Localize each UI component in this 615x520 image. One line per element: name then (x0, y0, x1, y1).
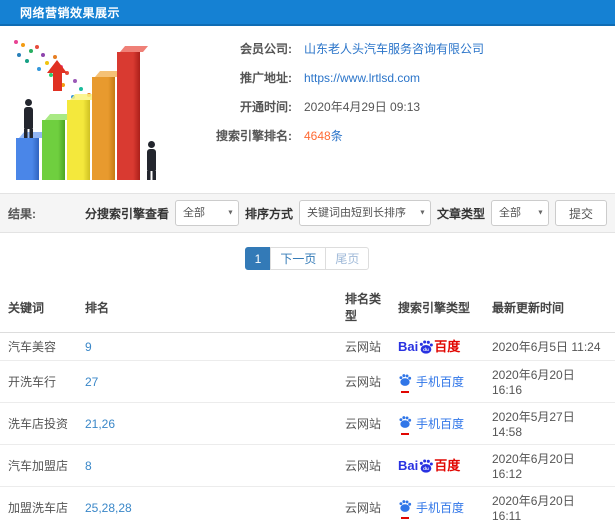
results-table: 关键词 排名 排名类型 搜索引擎类型 最新更新时间 汽车美容 9 云网站 Bai… (0, 282, 615, 520)
table-row: 加盟洗车店 25,28,28 云网站 手机百度 2020年6月20日 16:11 (0, 486, 615, 520)
marketing-chart-illustration (4, 32, 172, 190)
header-rank-type: 排名类型 (337, 282, 390, 333)
paw-underline (401, 517, 409, 519)
engine-rank-value: 4648条 (304, 127, 343, 144)
header-updated: 最新更新时间 (484, 282, 615, 333)
rank-type-cell: 云网站 (337, 486, 390, 520)
rank-unit: 条 (330, 129, 343, 143)
rank-link[interactable]: 27 (85, 375, 98, 389)
updated-cell: 2020年6月20日 16:16 (484, 360, 615, 403)
article-type-select-wrap: 全部 (490, 200, 549, 226)
open-time-value: 2020年4月29日 09:13 (304, 100, 421, 114)
rank-type-cell: 云网站 (337, 402, 390, 445)
bar-graphic-orange (92, 77, 115, 180)
promo-url-link[interactable]: https://www.lrtlsd.com (304, 71, 420, 85)
bar-graphic-green (42, 120, 65, 180)
table-row: 汽车加盟店 8 云网站 Bai du 百度 2020年6月20日 16:12 (0, 444, 615, 487)
baidu-mobile-logo: 手机百度 (398, 499, 464, 519)
article-type-select[interactable]: 全部 (490, 200, 549, 226)
baidu-mobile-logo: 手机百度 (398, 415, 464, 435)
baidu-mobile-logo: 手机百度 (398, 373, 464, 393)
sort-label: 排序方式 (244, 206, 293, 221)
rank-link[interactable]: 8 (85, 459, 92, 473)
top-info-section: 会员公司: 山东老人头汽车服务咨询有限公司 推广地址: https://www.… (0, 26, 615, 193)
keyword-cell: 汽车加盟店 (0, 444, 77, 487)
baidu-paw-icon (399, 374, 412, 386)
businessman-figure (22, 99, 35, 138)
baidu-paw-icon: du (420, 339, 434, 354)
updated-cell: 2020年6月20日 16:11 (484, 486, 615, 520)
baidu-logo: Bai du 百度 (398, 458, 461, 473)
rank-link[interactable]: 25,28,28 (85, 501, 132, 515)
page-header: 网络营销效果展示 (0, 0, 615, 26)
confetti-dots-graphic (14, 40, 18, 44)
promo-url-label: 推广地址: (240, 71, 292, 85)
engine-rank-row: 搜索引擎排名: 4648条 (200, 127, 484, 144)
pagination: 1 下一页 尾页 (0, 233, 615, 282)
businessman-figure (145, 141, 158, 180)
keyword-cell: 汽车美容 (0, 332, 77, 361)
engine-filter-select[interactable]: 全部 (174, 200, 239, 226)
bar-graphic-red (117, 52, 140, 180)
engine-rank-label: 搜索引擎排名: (216, 129, 292, 143)
company-row: 会员公司: 山东老人头汽车服务咨询有限公司 (200, 40, 484, 57)
svg-text:du: du (423, 466, 429, 471)
rank-link[interactable]: 9 (85, 340, 92, 354)
company-label: 会员公司: (240, 42, 292, 56)
baidu-paw-icon: du (420, 458, 434, 473)
filter-bar: 结果: 分搜索引擎查看 全部 排序方式 关键词由短到长排序 文章类型 全部 提交 (0, 193, 615, 233)
header-rank: 排名 (77, 282, 337, 333)
engine-filter-label: 分搜索引擎查看 (84, 206, 169, 221)
article-type-label: 文章类型 (436, 206, 485, 221)
keyword-cell: 加盟洗车店 (0, 486, 77, 520)
updated-cell: 2020年6月20日 16:12 (484, 444, 615, 487)
filter-controls: 分搜索引擎查看 全部 排序方式 关键词由短到长排序 文章类型 全部 提交 (85, 200, 607, 226)
page-button-current[interactable]: 1 (244, 247, 272, 270)
bar-graphic-yellow (67, 100, 90, 180)
page-button-last[interactable]: 尾页 (325, 247, 370, 270)
header-engine-type: 搜索引擎类型 (390, 282, 484, 333)
up-arrow-graphic (46, 60, 68, 94)
open-time-label: 开通时间: (240, 100, 292, 114)
rank-type-cell: 云网站 (337, 360, 390, 403)
rank-type-cell: 云网站 (337, 444, 390, 487)
bar-graphic-blue (16, 138, 39, 180)
open-time-row: 开通时间: 2020年4月29日 09:13 (200, 98, 484, 115)
company-link[interactable]: 山东老人头汽车服务咨询有限公司 (304, 40, 484, 57)
result-label: 结果: (8, 206, 36, 221)
promo-url-row: 推广地址: https://www.lrtlsd.com (200, 69, 484, 86)
updated-cell: 2020年5月27日 14:58 (484, 402, 615, 445)
sort-select-wrap: 关键词由短到长排序 (298, 200, 431, 226)
submit-button[interactable]: 提交 (554, 200, 607, 226)
paw-underline (401, 433, 409, 435)
rank-type-cell: 云网站 (337, 332, 390, 361)
table-row: 洗车店投资 21,26 云网站 手机百度 2020年5月27日 14:58 (0, 402, 615, 445)
page-title: 网络营销效果展示 (20, 5, 121, 20)
svg-text:du: du (423, 347, 429, 352)
page-button-next[interactable]: 下一页 (270, 247, 327, 270)
keyword-cell: 洗车店投资 (0, 402, 77, 445)
updated-cell: 2020年6月5日 11:24 (484, 332, 615, 361)
table-header-row: 关键词 排名 排名类型 搜索引擎类型 最新更新时间 (0, 282, 615, 333)
engine-filter-select-wrap: 全部 (174, 200, 239, 226)
baidu-logo: Bai du 百度 (398, 339, 461, 354)
sort-select[interactable]: 关键词由短到长排序 (298, 200, 431, 226)
member-info-block: 会员公司: 山东老人头汽车服务咨询有限公司 推广地址: https://www.… (200, 32, 484, 193)
paw-underline (401, 391, 409, 393)
table-row: 开洗车行 27 云网站 手机百度 2020年6月20日 16:16 (0, 360, 615, 403)
table-row: 汽车美容 9 云网站 Bai du 百度 2020年6月5日 11:24 (0, 332, 615, 361)
rank-count: 4648 (304, 129, 331, 143)
header-keyword: 关键词 (0, 282, 77, 333)
keyword-cell: 开洗车行 (0, 360, 77, 403)
rank-link[interactable]: 21,26 (85, 417, 115, 431)
baidu-paw-icon (399, 416, 412, 428)
baidu-paw-icon (399, 500, 412, 512)
